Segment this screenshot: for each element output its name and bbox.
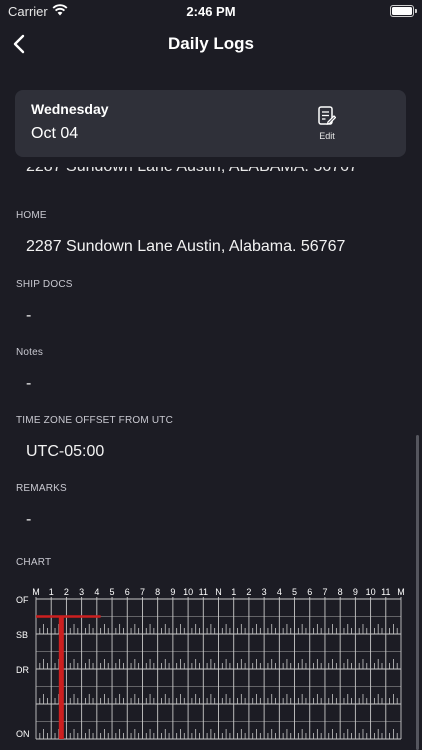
scrollbar-thumb[interactable] <box>416 435 419 750</box>
chart-hour-label: 7 <box>322 587 327 597</box>
chart-row-label: ON <box>16 729 30 739</box>
status-bar: Carrier 2:46 PM <box>0 0 422 24</box>
chart-hour-label: 3 <box>79 587 84 597</box>
cut-off-address: 2287 Sundown Lane Austin, ALABAMA. 56767 <box>26 167 358 176</box>
chart-hour-label: 1 <box>231 587 236 597</box>
chart-hour-label: 5 <box>292 587 297 597</box>
chart-hour-label: 4 <box>94 587 99 597</box>
notes-value: - <box>26 375 32 392</box>
chart-row-label: DR <box>16 665 29 675</box>
chart-hour-label: 9 <box>170 587 175 597</box>
chart-hour-label: 8 <box>155 587 160 597</box>
date-label: Oct 04 <box>31 125 79 142</box>
page-title: Daily Logs <box>168 34 254 53</box>
chart-hour-label: 6 <box>125 587 130 597</box>
chart-hour-label: 5 <box>110 587 115 597</box>
edit-note-icon <box>318 106 336 125</box>
notes-label: Notes <box>16 347 44 358</box>
date-card: Wednesday Oct 04 Edit <box>15 90 406 157</box>
edit-label: Edit <box>319 131 335 141</box>
chart-hour-label: 9 <box>353 587 358 597</box>
ship-docs-label: SHIP DOCS <box>16 279 73 290</box>
chart-row-label: SB <box>16 630 28 640</box>
chart-hour-label: 2 <box>246 587 251 597</box>
chart-hour-label: 11 <box>199 587 208 597</box>
chart-hour-label: 1 <box>49 587 54 597</box>
edit-button[interactable]: Edit <box>305 104 349 144</box>
chart-hour-label: 11 <box>381 587 390 597</box>
duty-segment-on <box>58 616 64 739</box>
weekday-label: Wednesday <box>31 101 109 117</box>
status-time: 2:46 PM <box>186 4 236 19</box>
chart-hour-label: 10 <box>183 587 193 597</box>
chart-row-label: OF <box>16 595 29 605</box>
timezone-label: TIME ZONE OFFSET FROM UTC <box>16 415 174 426</box>
chart-hour-label: 7 <box>140 587 145 597</box>
chart-hour-label: M <box>397 587 405 597</box>
chart-label: CHART <box>16 557 52 568</box>
duty-status-chart: M 1 2 3 4 5 6 7 8 9 10 11 N 1 2 3 4 5 6 7 8 9 10 11 MOFSBDRON <box>16 587 405 740</box>
battery-cap <box>415 9 417 13</box>
ship-docs-value: - <box>26 307 32 324</box>
chart-hour-label: M <box>32 587 40 597</box>
chart-hour-label: 3 <box>262 587 267 597</box>
home-value: 2287 Sundown Lane Austin, Alabama. 56767 <box>26 238 346 255</box>
chart-hour-label: 4 <box>277 587 282 597</box>
home-label: HOME <box>16 210 47 221</box>
chart-hour-label: 8 <box>338 587 343 597</box>
remarks-value: - <box>26 511 32 528</box>
battery-icon <box>390 5 414 17</box>
chart-hour-label: 10 <box>366 587 376 597</box>
log-details-scroll[interactable]: 2287 Sundown Lane Austin, ALABAMA. 56767… <box>0 167 422 750</box>
chart-hour-label: 6 <box>307 587 312 597</box>
timezone-value: UTC-05:00 <box>26 443 105 460</box>
chart-hour-label: 2 <box>64 587 69 597</box>
remarks-label: REMARKS <box>16 483 67 494</box>
nav-bar: Daily Logs <box>0 24 422 64</box>
chart-hour-label: N <box>215 587 222 597</box>
